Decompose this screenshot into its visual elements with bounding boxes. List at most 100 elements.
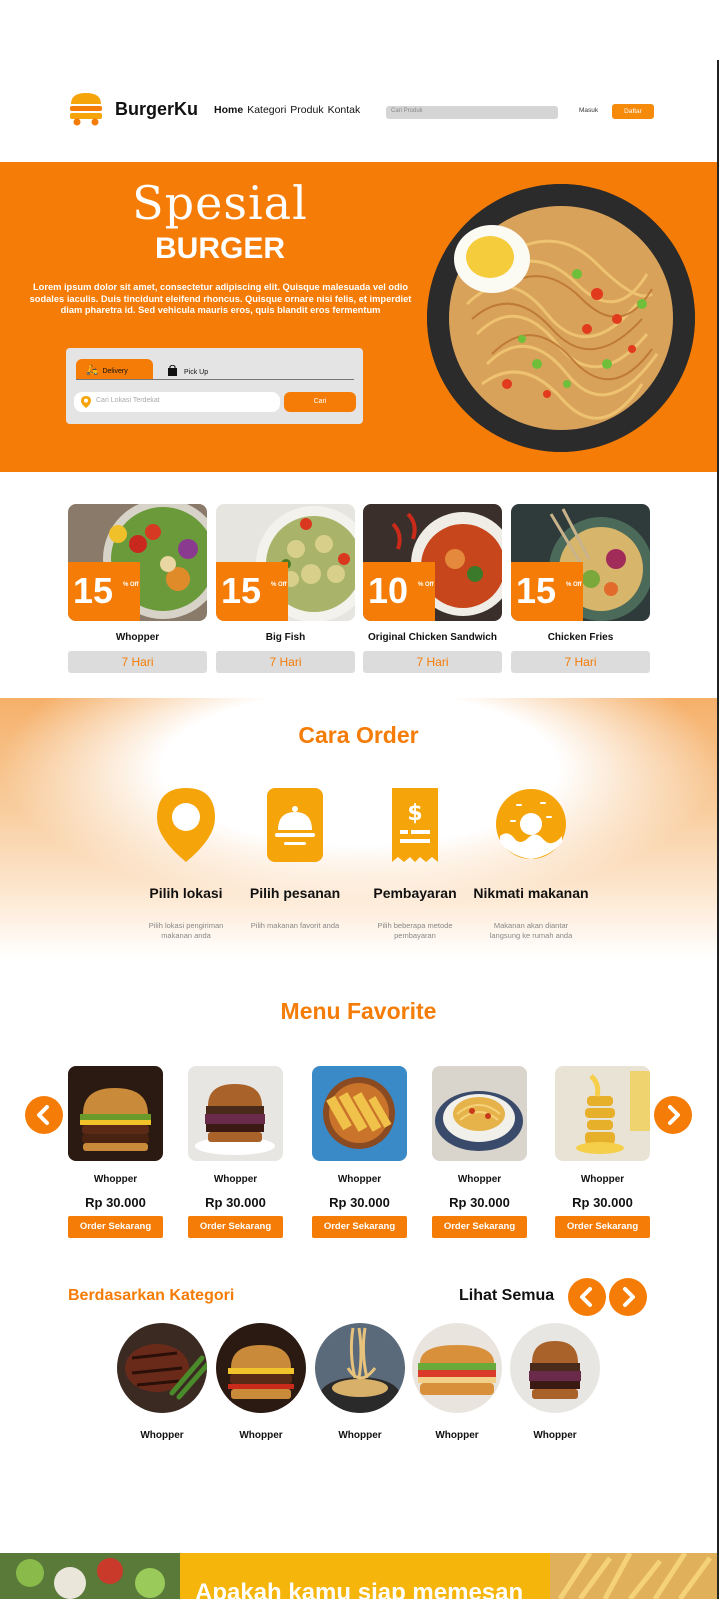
category-next-button[interactable]	[609, 1278, 647, 1316]
menu-image-burger	[68, 1066, 163, 1161]
search-input[interactable]: Cari Produk	[386, 106, 558, 119]
promo-duration[interactable]: 7 Hari	[68, 651, 207, 673]
tab-divider	[76, 379, 354, 380]
menu-card: Whopper Rp 30.000 Order Sekarang	[555, 1066, 650, 1238]
nav-item-kontak[interactable]: Kontak	[328, 104, 361, 116]
chevron-right-icon	[668, 1105, 680, 1125]
category-prev-button[interactable]	[568, 1278, 606, 1316]
location-pin-icon	[81, 396, 91, 408]
category-item[interactable]: Whopper	[412, 1323, 502, 1441]
tab-delivery[interactable]: 🛵 Delivery	[76, 359, 153, 379]
cta-banner-text: Apakah kamu siap memesan	[195, 1579, 524, 1599]
receipt-icon: $	[392, 788, 438, 862]
menu-favorite-title: Menu Favorite	[280, 998, 437, 1024]
location-pin-icon	[157, 788, 215, 862]
promo-image-salad: 15 % Off	[68, 504, 207, 621]
banner-salad-image	[0, 1553, 180, 1599]
tab-pickup[interactable]: Pick Up	[168, 359, 208, 376]
category-image-noodles	[315, 1323, 405, 1413]
promo-card[interactable]: 15 % Off Chicken Fries 7 Hari	[511, 504, 650, 673]
chevron-right-icon	[623, 1287, 635, 1307]
promo-card[interactable]: 10 % Off Original Chicken Sandwich 7 Hari	[363, 504, 502, 673]
menu-item-price: Rp 30.000	[572, 1195, 633, 1210]
step-title: Nikmati makanan	[473, 885, 589, 901]
step-title: Pilih pesanan	[249, 885, 341, 901]
nav-item-home[interactable]: Home	[214, 104, 243, 116]
burger-logo-icon[interactable]	[68, 90, 104, 128]
category-name: Whopper	[435, 1430, 479, 1441]
nav-item-kategori[interactable]: Kategori	[247, 104, 286, 116]
promo-discount-badge: 15 % Off	[68, 562, 140, 621]
category-name: Whopper	[140, 1430, 184, 1441]
promo-name: Whopper	[115, 632, 160, 643]
login-link[interactable]: Masuk	[579, 107, 598, 114]
promo-card[interactable]: 15 % Off Big Fish 7 Hari	[216, 504, 355, 673]
step-description: Pilih beberapa metode pembayaran	[377, 921, 453, 940]
order-now-button[interactable]: Order Sekarang	[312, 1216, 407, 1238]
promo-card[interactable]: 15 % Off Whopper 7 Hari	[68, 504, 207, 673]
menu-item-price: Rp 30.000	[449, 1195, 510, 1210]
category-item[interactable]: Whopper	[216, 1323, 306, 1441]
category-title: Berdasarkan Kategori	[68, 1287, 235, 1304]
category-image-burger	[510, 1323, 600, 1413]
order-now-button[interactable]: Order Sekarang	[555, 1216, 650, 1238]
location-search-input[interactable]: Cari Lokasi Terdekat	[74, 392, 280, 412]
promo-discount-badge: 15 % Off	[511, 562, 583, 621]
menu-next-button[interactable]	[654, 1096, 692, 1134]
menu-prev-button[interactable]	[25, 1096, 63, 1134]
menu-item-price: Rp 30.000	[85, 1195, 146, 1210]
cta-banner: Apakah kamu siap memesan	[0, 1553, 717, 1599]
promo-discount: 15	[73, 570, 114, 611]
promo-discount: 15	[221, 570, 262, 611]
chevron-left-icon	[580, 1287, 592, 1307]
chevron-left-icon	[37, 1105, 49, 1125]
step-description: Makanan akan diantar langsung ke rumah a…	[489, 921, 573, 940]
shopping-bag-icon	[168, 364, 177, 376]
location-search-button[interactable]: Cari	[284, 392, 356, 412]
hero-noodle-image	[427, 184, 695, 452]
promo-discount-badge: 15 % Off	[216, 562, 288, 621]
promo-duration[interactable]: 7 Hari	[216, 651, 355, 673]
promo-discount-unit: % Off	[123, 582, 139, 588]
category-image-sandwich	[412, 1323, 502, 1413]
promo-discount-unit: % Off	[271, 582, 287, 588]
menu-item-name: Whopper	[580, 1174, 625, 1185]
step-item: Nikmati makanan Makanan akan diantar lan…	[461, 786, 601, 940]
see-all-link[interactable]: Lihat Semua	[459, 1287, 554, 1305]
scooter-icon: 🛵	[86, 365, 99, 376]
promo-discount: 15	[516, 570, 557, 611]
food-cloche-icon	[267, 788, 323, 862]
order-now-button[interactable]: Order Sekarang	[68, 1216, 163, 1238]
donut-icon	[496, 789, 566, 859]
hero-title: BURGER	[154, 232, 285, 265]
promo-duration[interactable]: 7 Hari	[511, 651, 650, 673]
category-image-burger	[216, 1323, 306, 1413]
menu-item-price: Rp 30.000	[205, 1195, 266, 1210]
order-now-button[interactable]: Order Sekarang	[188, 1216, 283, 1238]
category-item[interactable]: Whopper	[510, 1323, 600, 1441]
location-search-placeholder: Cari Lokasi Terdekat	[96, 397, 160, 404]
category-item[interactable]: Whopper	[117, 1323, 207, 1441]
brand-name[interactable]: BurgerKu	[115, 99, 198, 120]
step-description: Pilih lokasi pengiriman makanan anda	[148, 921, 224, 940]
step-item: Pilih pesanan Pilih makanan favorit anda	[225, 786, 365, 931]
svg-text:$: $	[407, 801, 422, 826]
category-item[interactable]: Whopper	[315, 1323, 405, 1441]
menu-card: Whopper Rp 30.000 Order Sekarang	[312, 1066, 407, 1238]
menu-image-sandwich	[312, 1066, 407, 1161]
tab-delivery-label: Delivery	[102, 368, 128, 375]
nav-item-produk[interactable]: Produk	[290, 104, 323, 116]
how-to-order-section: Cara Order Pilih lokasi Pilih lokasi pen…	[0, 698, 717, 958]
step-description: Pilih makanan favorit anda	[250, 921, 340, 930]
menu-item-name: Whopper	[337, 1174, 382, 1185]
category-name: Whopper	[239, 1430, 283, 1441]
header: BurgerKu Home Kategori Produk Kontak Car…	[0, 80, 717, 140]
menu-item-price: Rp 30.000	[329, 1195, 390, 1210]
menu-image-pasta	[432, 1066, 527, 1161]
register-button[interactable]: Daftar	[612, 104, 654, 119]
menu-item-name: Whopper	[213, 1174, 258, 1185]
promo-name: Original Chicken Sandwich	[368, 632, 497, 643]
promo-duration[interactable]: 7 Hari	[363, 651, 502, 673]
menu-image-burger	[188, 1066, 283, 1161]
order-now-button[interactable]: Order Sekarang	[432, 1216, 527, 1238]
